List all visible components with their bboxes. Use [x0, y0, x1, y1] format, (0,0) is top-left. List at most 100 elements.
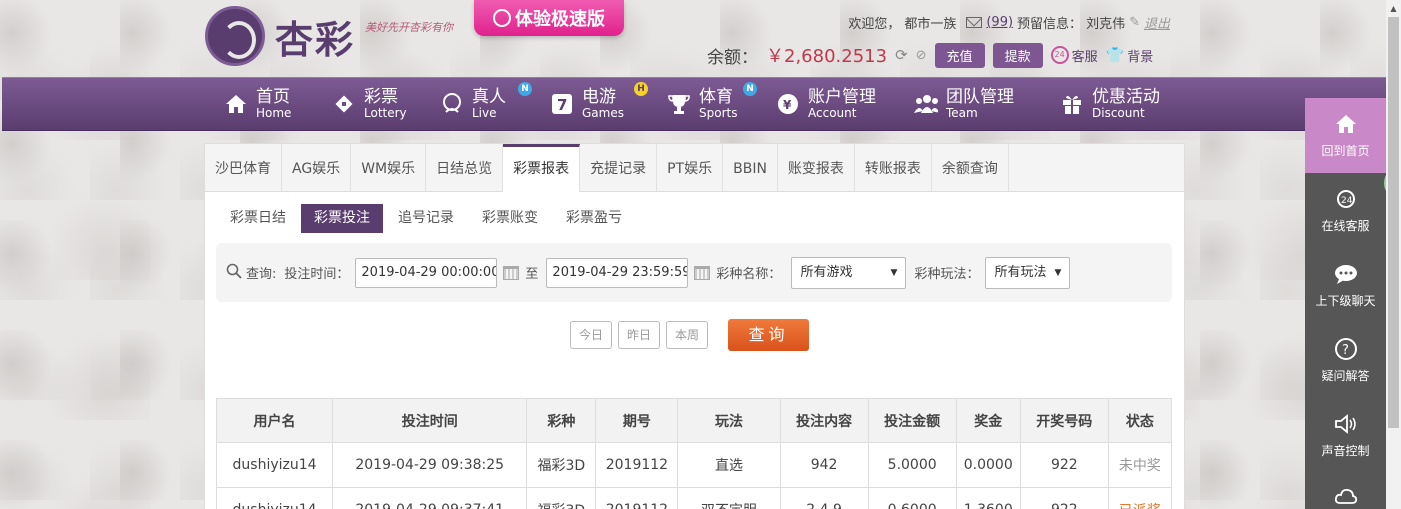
welcome-text: 欢迎您，: [848, 17, 901, 32]
message-count-link[interactable]: (99): [986, 15, 1013, 30]
query-label: 查询:: [246, 267, 277, 282]
svg-text:¥: ¥: [783, 98, 792, 112]
nav-account[interactable]: ¥ 账户管理 Account: [776, 88, 876, 120]
scroll-thumb[interactable]: [1388, 17, 1399, 428]
tab-saba-sports[interactable]: 沙巴体育: [205, 144, 282, 191]
subtab-bets[interactable]: 彩票投注: [301, 204, 383, 233]
mail-icon[interactable]: [966, 17, 983, 28]
cell-draw-number: 922: [1019, 442, 1109, 488]
withdraw-button[interactable]: 提款: [992, 42, 1043, 68]
side-cloud[interactable]: [1305, 473, 1386, 509]
tab-account-change[interactable]: 账变报表: [778, 144, 855, 191]
nav-sublabel: Live: [472, 106, 497, 120]
new-badge: N: [743, 82, 757, 96]
start-time-input[interactable]: 2019-04-29 00:00:00: [355, 257, 498, 288]
background-link[interactable]: 👕 背景: [1106, 46, 1154, 65]
side-back-home[interactable]: 回到首页: [1305, 98, 1386, 173]
cell-amount: 0.6000: [867, 487, 957, 509]
col-bet-time: 投注时间: [332, 398, 528, 443]
search-button[interactable]: 查询: [728, 319, 810, 351]
tab-pt[interactable]: PT娱乐: [657, 144, 724, 191]
cell-play: 直选: [677, 442, 781, 488]
game-select[interactable]: 所有游戏 ▼: [791, 256, 907, 289]
calendar-icon[interactable]: [694, 265, 711, 280]
cell-content: 2,4,9: [779, 487, 869, 509]
gift-icon: [1060, 92, 1084, 116]
col-username: 用户名: [215, 398, 334, 443]
reserved-info-label: 预留信息：: [1017, 17, 1083, 32]
nav-label: 彩票: [364, 87, 398, 107]
nav-live[interactable]: 真人 Live N: [440, 82, 532, 120]
side-online-service[interactable]: 24 在线客服: [1305, 173, 1386, 248]
nav-team[interactable]: 团队管理 Team: [914, 88, 1014, 120]
table-row[interactable]: dushiyizu14 2019-04-29 09:37:41 福彩3D 201…: [215, 487, 1173, 509]
svg-text:7: 7: [557, 96, 567, 114]
tab-lottery-report[interactable]: 彩票报表: [503, 144, 581, 192]
side-sound[interactable]: 声音控制: [1305, 398, 1386, 473]
today-button[interactable]: 今日: [570, 321, 613, 349]
nav-discount[interactable]: 优惠活动 Discount: [1060, 88, 1160, 120]
cell-lottery: 福彩3D: [526, 442, 597, 488]
nav-sports[interactable]: 体育 Sports N: [667, 82, 757, 120]
tab-ag[interactable]: AG娱乐: [282, 144, 352, 191]
svg-text:?: ?: [1342, 343, 1349, 358]
side-faq[interactable]: ? 疑问解答: [1305, 323, 1386, 398]
subtab-daily[interactable]: 彩票日结: [217, 204, 299, 233]
logout-link[interactable]: 退出: [1144, 13, 1170, 32]
table-row[interactable]: dushiyizu14 2019-04-29 09:38:25 福彩3D 201…: [215, 442, 1173, 488]
cell-username: dushiyizu14: [215, 442, 334, 488]
trophy-icon: [667, 92, 691, 116]
play-type-select[interactable]: 所有玩法 ▼: [985, 256, 1071, 289]
col-content: 投注内容: [779, 398, 869, 443]
search-icon: [226, 263, 242, 283]
hide-balance-icon[interactable]: ⊘: [916, 48, 927, 63]
tab-transfer-report[interactable]: 转账报表: [855, 144, 932, 191]
tab-deposit-withdraw[interactable]: 充提记录: [580, 144, 658, 191]
subtab-account-change[interactable]: 彩票账变: [469, 204, 551, 233]
live-icon: [440, 92, 464, 116]
customer-service-link[interactable]: 24 客服: [1050, 46, 1098, 65]
tab-daily-overview[interactable]: 日结总览: [426, 144, 504, 191]
side-label: 上下级聊天: [1315, 294, 1376, 308]
promo-label: 体验极速版: [515, 9, 605, 30]
nav-label: 真人: [472, 87, 506, 107]
cell-lottery: 福彩3D: [526, 487, 597, 509]
tab-balance-query[interactable]: 余额查询: [932, 144, 1009, 191]
logo-emblem-icon: [205, 6, 265, 66]
logo[interactable]: 杏彩 美好先开杏彩有你: [205, 6, 453, 66]
question-icon: ?: [1334, 337, 1358, 361]
yesterday-button[interactable]: 昨日: [618, 321, 661, 349]
subtab-profit-loss[interactable]: 彩票盈亏: [553, 204, 635, 233]
calendar-icon[interactable]: [503, 265, 520, 280]
report-tabs: 沙巴体育 AG娱乐 WM娱乐 日结总览 彩票报表 充提记录 PT娱乐 BBIN …: [205, 144, 1184, 192]
refresh-icon[interactable]: ⟳: [895, 46, 908, 64]
new-badge: N: [518, 82, 532, 96]
nav-lottery[interactable]: 彩票 Lottery: [332, 88, 407, 120]
nav-games[interactable]: 7 电游 Games H: [550, 82, 648, 120]
balance-bar: 余额： ￥2,680.2513 ⟳ ⊘ 充值 提款 24 客服 👕 背景: [707, 42, 1153, 68]
cell-content: 942: [779, 442, 869, 488]
table-header: 用户名 投注时间 彩种 期号 玩法 投注内容 投注金额 奖金 开奖号码 状态: [215, 398, 1173, 443]
tab-wm[interactable]: WM娱乐: [351, 144, 427, 191]
cell-username: dushiyizu14: [215, 487, 334, 509]
svg-text:24: 24: [1341, 196, 1353, 206]
speaker-icon: [1334, 412, 1358, 436]
tab-bbin[interactable]: BBIN: [723, 144, 778, 191]
recharge-button[interactable]: 充值: [934, 42, 985, 68]
nav-sublabel: Home: [256, 106, 292, 120]
edit-icon[interactable]: ✎: [1129, 15, 1140, 30]
nav-label: 首页: [256, 87, 290, 107]
promo-fast-version-button[interactable]: 体验极速版: [474, 0, 624, 36]
nav-home[interactable]: 首页 Home: [224, 88, 291, 120]
end-time-input[interactable]: 2019-04-29 23:59:59: [546, 257, 689, 288]
col-prize: 奖金: [955, 398, 1021, 443]
scroll-up-arrow-icon[interactable]: ▲: [1386, 0, 1401, 17]
this-week-button[interactable]: 本周: [666, 321, 709, 349]
cell-issue: 2019112: [595, 487, 679, 509]
subtab-chase[interactable]: 追号记录: [385, 204, 467, 233]
side-label: 回到首页: [1321, 144, 1370, 158]
play-type-label: 彩种玩法：: [914, 267, 980, 282]
scrollbar[interactable]: ▲: [1386, 0, 1401, 509]
username: 都市一族: [904, 17, 957, 32]
side-chat[interactable]: 上下级聊天: [1305, 248, 1386, 323]
